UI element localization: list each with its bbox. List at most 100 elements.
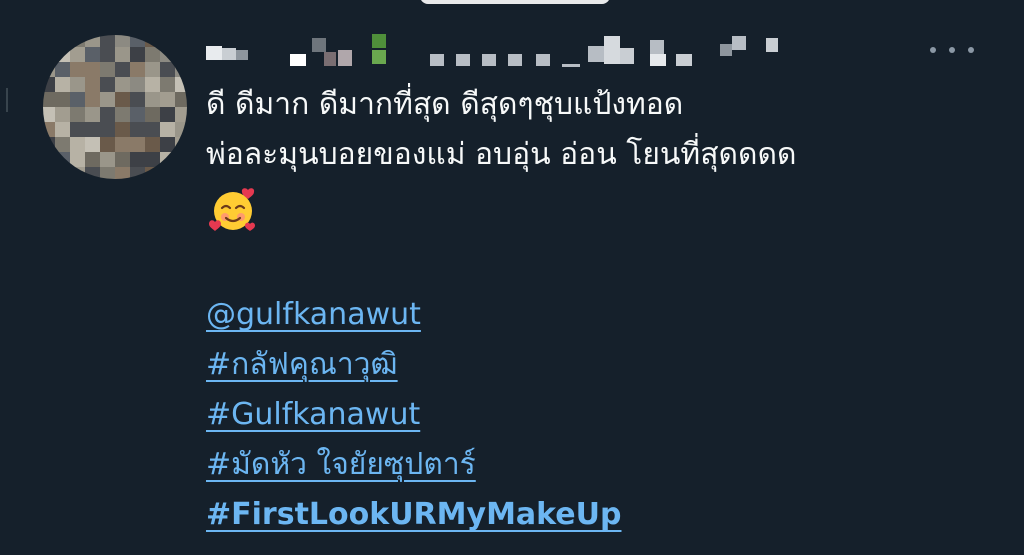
avatar-pixel xyxy=(130,77,145,92)
avatar-pixel xyxy=(70,152,85,167)
avatar-pixel xyxy=(160,122,175,137)
avatar-pixel xyxy=(115,62,130,77)
avatar-pixel xyxy=(85,122,100,137)
mention-link[interactable]: @gulfkanawut xyxy=(206,290,1006,340)
author-pixel xyxy=(482,54,496,66)
avatar-pixel xyxy=(175,35,187,47)
author-pixel xyxy=(456,54,470,66)
tweet-text-line: ดี ดีมาก ดีมากที่สุด ดีสุดๆชุบแป้งทอด xyxy=(206,87,684,122)
avatar-pixel xyxy=(55,167,70,179)
avatar-pixel xyxy=(115,47,130,62)
avatar-pixel xyxy=(55,35,70,47)
avatar-pixel xyxy=(70,47,85,62)
avatar-pixel xyxy=(115,92,130,107)
avatar-pixel xyxy=(43,122,55,137)
author-pixel xyxy=(650,40,664,54)
avatar-pixel xyxy=(145,152,160,167)
avatar-pixel xyxy=(85,167,100,179)
author-pixel xyxy=(562,64,580,67)
avatar-pixel xyxy=(55,122,70,137)
author-pixel xyxy=(324,52,336,66)
avatar-pixel xyxy=(145,167,160,179)
avatar-pixel xyxy=(100,152,115,167)
avatar-pixel xyxy=(85,62,100,77)
author-pixel xyxy=(536,54,550,66)
avatar-pixel xyxy=(160,167,175,179)
author-pixel xyxy=(588,46,604,62)
avatar-pixel xyxy=(130,92,145,107)
author-pixel xyxy=(430,54,444,66)
avatar-pixel xyxy=(145,92,160,107)
author-pixel xyxy=(508,54,522,66)
more-options-button[interactable] xyxy=(930,40,974,60)
avatar-pixel xyxy=(160,152,175,167)
avatar-pixel xyxy=(70,35,85,47)
avatar-pixel xyxy=(55,92,70,107)
avatar-pixel xyxy=(100,47,115,62)
avatar-pixel xyxy=(175,122,187,137)
avatar-pixel xyxy=(55,62,70,77)
more-horizontal-icon xyxy=(968,47,974,53)
avatar-pixel xyxy=(160,77,175,92)
author-pixel xyxy=(650,54,666,66)
avatar-pixel xyxy=(43,92,55,107)
author-pixel xyxy=(720,44,732,56)
avatar-pixel xyxy=(85,35,100,47)
avatar-pixel xyxy=(70,62,85,77)
avatar-pixel xyxy=(175,167,187,179)
avatar-pixel xyxy=(175,77,187,92)
avatar-pixel xyxy=(145,47,160,62)
avatar-pixel xyxy=(100,122,115,137)
avatar-pixel xyxy=(85,77,100,92)
smiling-face-with-hearts-icon xyxy=(209,188,255,231)
top-edge-indicator xyxy=(420,0,610,4)
avatar-pixel xyxy=(115,107,130,122)
tweet-text: ดี ดีมาก ดีมากที่สุด ดีสุดๆชุบแป้งทอด พ่… xyxy=(206,80,1006,180)
avatar-pixel xyxy=(145,35,160,47)
avatar-pixel xyxy=(43,77,55,92)
avatar-pixel xyxy=(43,152,55,167)
avatar-pixel xyxy=(145,122,160,137)
avatar-pixel xyxy=(100,35,115,47)
avatar-pixel xyxy=(43,107,55,122)
avatar-pixel xyxy=(130,47,145,62)
avatar-pixel xyxy=(115,35,130,47)
avatar-pixel xyxy=(115,77,130,92)
author-pixel xyxy=(290,54,306,66)
avatar-pixel xyxy=(70,167,85,179)
avatar-pixel xyxy=(85,137,100,152)
avatar-pixel xyxy=(70,137,85,152)
author-pixel xyxy=(604,36,620,64)
avatar-pixel xyxy=(100,167,115,179)
hashtag-link[interactable]: #กลัฟคุณาวุฒิ xyxy=(206,340,1006,390)
author-pixel xyxy=(372,50,386,64)
avatar-pixel xyxy=(160,47,175,62)
avatar-pixel xyxy=(100,62,115,77)
avatar-pixel xyxy=(85,152,100,167)
avatar-pixel xyxy=(43,167,55,179)
avatar-pixel xyxy=(160,35,175,47)
author-pixel xyxy=(766,38,778,52)
avatar[interactable] xyxy=(43,35,187,179)
hashtag-link[interactable]: #มัดหัว ใจยัยซุปตาร์ xyxy=(206,440,1006,490)
avatar-pixel xyxy=(85,47,100,62)
avatar-pixel xyxy=(43,35,55,47)
avatar-pixel xyxy=(175,107,187,122)
author-name-censored[interactable] xyxy=(206,34,806,68)
avatar-pixel xyxy=(100,92,115,107)
avatar-pixel xyxy=(130,122,145,137)
avatar-pixel xyxy=(55,47,70,62)
avatar-pixel xyxy=(43,137,55,152)
author-pixel xyxy=(222,48,236,60)
avatar-pixel xyxy=(175,152,187,167)
avatar-pixel xyxy=(145,62,160,77)
author-pixel xyxy=(312,38,326,52)
avatar-pixel xyxy=(160,137,175,152)
hashtag-link[interactable]: #Gulfkanawut xyxy=(206,390,1006,440)
avatar-pixel xyxy=(55,77,70,92)
avatar-pixel xyxy=(145,77,160,92)
avatar-pixel xyxy=(43,47,55,62)
avatar-pixel xyxy=(175,137,187,152)
hashtag-link[interactable]: #FirstLookURMyMakeUp xyxy=(206,490,1006,540)
avatar-pixel xyxy=(100,77,115,92)
